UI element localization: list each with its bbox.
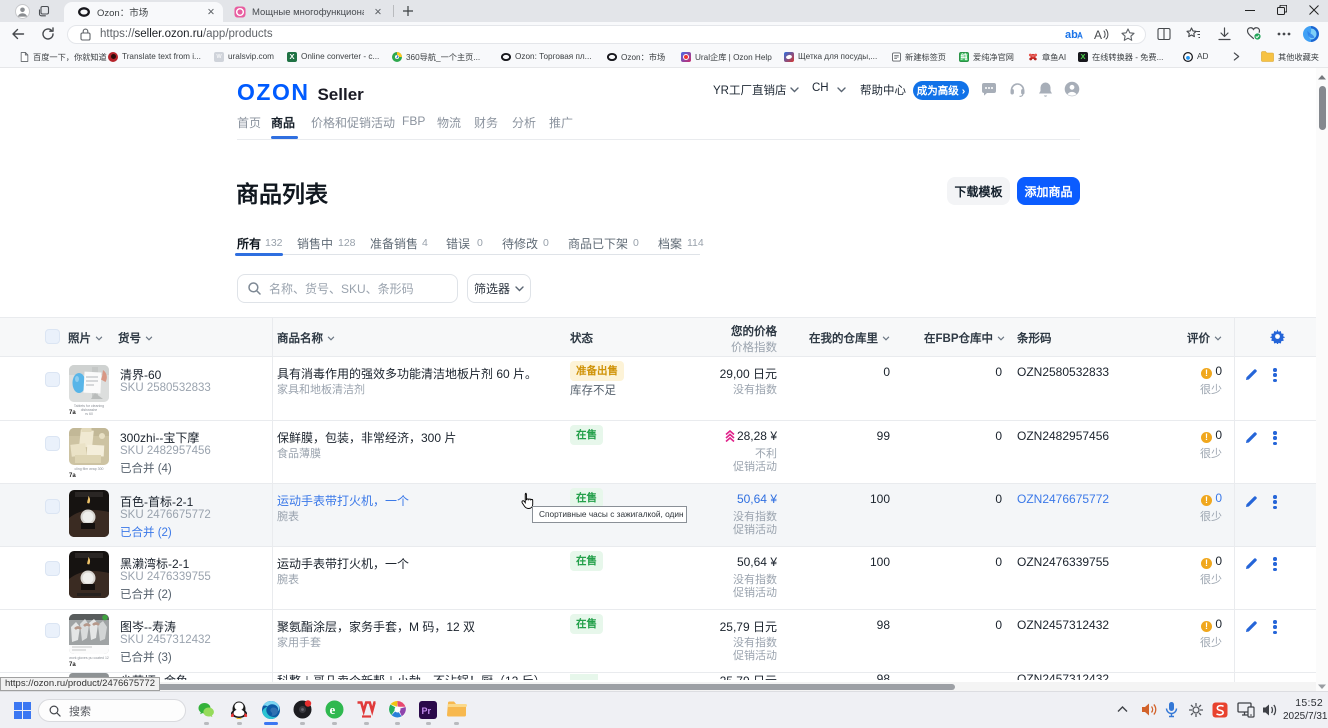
svg-text:ab: ab bbox=[1065, 29, 1078, 40]
svg-text:Pr: Pr bbox=[422, 706, 432, 716]
svg-text:e: e bbox=[330, 702, 336, 717]
svg-text:A: A bbox=[1094, 28, 1102, 41]
